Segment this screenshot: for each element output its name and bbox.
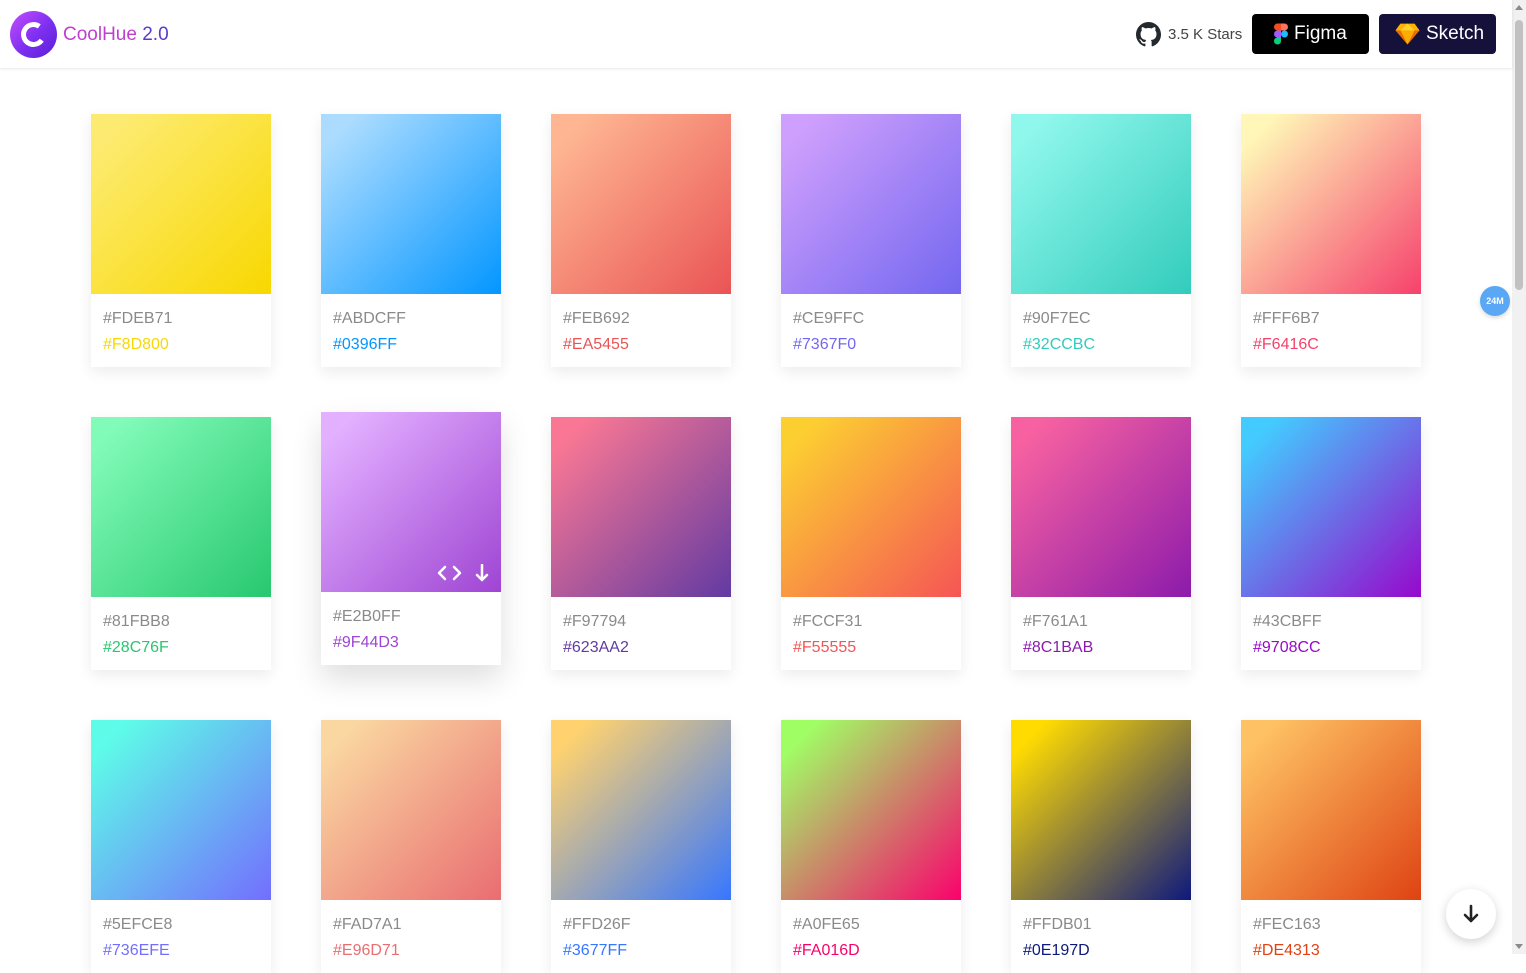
gradient-card[interactable]: #FFDB01 #0E197D (1011, 720, 1191, 973)
gradient-start-hex[interactable]: #FCCF31 (793, 613, 862, 631)
github-stars-link[interactable]: 3.5 K Stars (1168, 26, 1242, 43)
gradient-swatch[interactable] (321, 114, 501, 294)
gradient-end-hex[interactable]: #F8D800 (103, 336, 169, 354)
gradient-end-hex[interactable]: #736EFE (103, 942, 170, 960)
gradient-start-hex[interactable]: #81FBB8 (103, 613, 170, 631)
top-bar: CoolHue 2.0 3.5 K Stars Figma Sketch (0, 0, 1512, 68)
gradient-start-hex[interactable]: #FFF6B7 (1253, 310, 1320, 328)
gradient-swatch[interactable] (91, 114, 271, 294)
gradient-end-hex[interactable]: #9708CC (1253, 639, 1321, 657)
gradient-end-hex[interactable]: #0E197D (1023, 942, 1090, 960)
brand-title[interactable]: CoolHue 2.0 (63, 24, 169, 46)
gradient-card[interactable]: #E2B0FF #9F44D3 (321, 412, 501, 665)
gradient-start-hex[interactable]: #FDEB71 (103, 310, 172, 328)
gradient-card[interactable]: #FEC163 #DE4313 (1241, 720, 1421, 973)
gradient-swatch[interactable] (1241, 114, 1421, 294)
gradient-card[interactable]: #A0FE65 #FA016D (781, 720, 961, 973)
gradient-start-hex[interactable]: #A0FE65 (793, 916, 860, 934)
gradient-card[interactable]: #90F7EC #32CCBC (1011, 114, 1191, 367)
gradient-swatch[interactable] (551, 720, 731, 900)
gradient-end-hex[interactable]: #28C76F (103, 639, 169, 657)
gradient-card[interactable]: #F761A1 #8C1BAB (1011, 417, 1191, 670)
arrow-down-icon (1463, 904, 1479, 923)
sketch-label: Sketch (1426, 23, 1485, 44)
gradient-card[interactable]: #ABDCFF #0396FF (321, 114, 501, 367)
scrollbar-thumb[interactable] (1515, 20, 1523, 290)
gradient-swatch[interactable] (551, 417, 731, 597)
gradient-end-hex[interactable]: #9F44D3 (333, 634, 399, 652)
brand-version: 2.0 (142, 24, 169, 45)
gradient-start-hex[interactable]: #CE9FFC (793, 310, 864, 328)
gradient-card[interactable]: #FFF6B7 #F6416C (1241, 114, 1421, 367)
coolhue-logo-icon[interactable] (10, 11, 57, 58)
views-badge[interactable]: 24M (1480, 286, 1510, 316)
gradient-end-hex[interactable]: #DE4313 (1253, 942, 1320, 960)
gradient-swatch[interactable] (1241, 417, 1421, 597)
gradient-start-hex[interactable]: #FAD7A1 (333, 916, 401, 934)
gradient-start-hex[interactable]: #ABDCFF (333, 310, 406, 328)
copy-code-icon[interactable] (436, 565, 463, 581)
gradient-card[interactable]: #5EFCE8 #736EFE (91, 720, 271, 973)
gradient-end-hex[interactable]: #0396FF (333, 336, 397, 354)
figma-label: Figma (1294, 23, 1347, 44)
gradient-swatch[interactable] (781, 114, 961, 294)
gradient-swatch[interactable] (91, 720, 271, 900)
github-icon[interactable] (1136, 22, 1161, 47)
gradient-end-hex[interactable]: #F6416C (1253, 336, 1319, 354)
page-scrollbar[interactable] (1512, 0, 1526, 954)
gradient-end-hex[interactable]: #E96D71 (333, 942, 400, 960)
figma-download-button[interactable]: Figma (1252, 14, 1369, 54)
gradient-start-hex[interactable]: #43CBFF (1253, 613, 1321, 631)
gradient-start-hex[interactable]: #FFDB01 (1023, 916, 1091, 934)
gradient-end-hex[interactable]: #F55555 (793, 639, 856, 657)
gradient-swatch[interactable] (781, 720, 961, 900)
gradient-card[interactable]: #FFD26F #3677FF (551, 720, 731, 973)
gradient-card[interactable]: #81FBB8 #28C76F (91, 417, 271, 670)
gradient-start-hex[interactable]: #E2B0FF (333, 608, 401, 626)
gradient-end-hex[interactable]: #EA5455 (563, 336, 629, 354)
gradient-card[interactable]: #FEB692 #EA5455 (551, 114, 731, 367)
gradient-swatch[interactable] (1011, 114, 1191, 294)
gradient-start-hex[interactable]: #FFD26F (563, 916, 631, 934)
gradient-end-hex[interactable]: #32CCBC (1023, 336, 1095, 354)
gradient-end-hex[interactable]: #7367F0 (793, 336, 856, 354)
scroll-up-arrow-icon[interactable] (1515, 5, 1523, 10)
scroll-down-button[interactable] (1446, 889, 1496, 939)
gradient-start-hex[interactable]: #FEC163 (1253, 916, 1321, 934)
gradient-card[interactable]: #CE9FFC #7367F0 (781, 114, 961, 367)
sketch-download-button[interactable]: Sketch (1379, 14, 1496, 54)
gradient-swatch[interactable] (1011, 417, 1191, 597)
gradient-swatch[interactable] (1011, 720, 1191, 900)
gradient-card[interactable]: #FCCF31 #F55555 (781, 417, 961, 670)
gradient-start-hex[interactable]: #90F7EC (1023, 310, 1091, 328)
gradient-start-hex[interactable]: #FEB692 (563, 310, 630, 328)
gradient-swatch[interactable] (781, 417, 961, 597)
scroll-down-arrow-icon[interactable] (1515, 944, 1523, 949)
figma-icon (1274, 23, 1288, 45)
gradient-start-hex[interactable]: #F761A1 (1023, 613, 1088, 631)
gradient-swatch[interactable] (321, 412, 501, 592)
gradient-card[interactable]: #43CBFF #9708CC (1241, 417, 1421, 670)
gradient-end-hex[interactable]: #3677FF (563, 942, 627, 960)
sketch-icon (1395, 23, 1420, 45)
gradient-card[interactable]: #F97794 #623AA2 (551, 417, 731, 670)
gradient-start-hex[interactable]: #F97794 (563, 613, 626, 631)
gradient-swatch[interactable] (91, 417, 271, 597)
gradient-card[interactable]: #FAD7A1 #E96D71 (321, 720, 501, 973)
download-icon[interactable] (475, 564, 489, 582)
gradient-end-hex[interactable]: #8C1BAB (1023, 639, 1093, 657)
gradient-swatch[interactable] (551, 114, 731, 294)
gradient-end-hex[interactable]: #623AA2 (563, 639, 629, 657)
card-tools (436, 564, 489, 582)
gradient-card[interactable]: #FDEB71 #F8D800 (91, 114, 271, 367)
gradient-start-hex[interactable]: #5EFCE8 (103, 916, 172, 934)
gradient-swatch[interactable] (321, 720, 501, 900)
gradient-swatch[interactable] (1241, 720, 1421, 900)
gradient-end-hex[interactable]: #FA016D (793, 942, 860, 960)
brand-name: CoolHue (63, 24, 137, 45)
